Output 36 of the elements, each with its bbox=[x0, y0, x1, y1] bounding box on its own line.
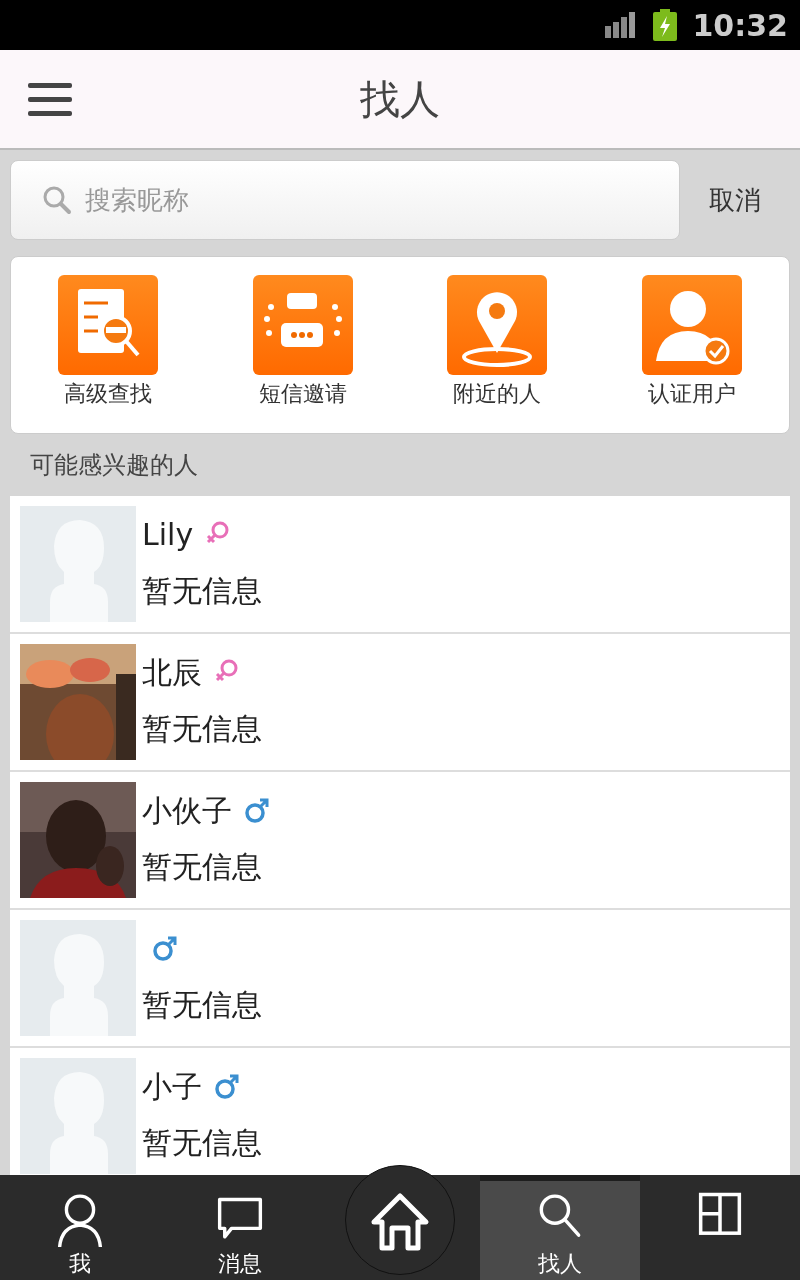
shortcut-label[interactable]: 认证用户 bbox=[647, 377, 736, 410]
person-info: 暂无信息 bbox=[142, 572, 262, 610]
section-heading: 可能感兴趣的人 bbox=[29, 450, 199, 481]
male-symbol-icon bbox=[214, 1072, 240, 1100]
person-name: Lily bbox=[142, 515, 194, 554]
person-info: 暂无信息 bbox=[142, 986, 262, 1024]
verified-user-icon[interactable] bbox=[641, 275, 742, 375]
page-title: 找人 bbox=[360, 75, 440, 124]
cancel-button[interactable]: 取消 bbox=[680, 180, 790, 220]
chat-bubbles-icon[interactable] bbox=[252, 275, 353, 375]
shortcut-label[interactable]: 高级查找 bbox=[64, 377, 153, 410]
avatar-placeholder-icon bbox=[20, 506, 136, 622]
avatar-placeholder-icon bbox=[20, 920, 136, 1036]
clock-time: 10:32 bbox=[692, 6, 788, 45]
person-name: 小子 bbox=[142, 1067, 202, 1106]
male-symbol-icon bbox=[244, 796, 270, 824]
person-row[interactable]: 北辰 暂无信息 bbox=[10, 634, 790, 772]
male-symbol-icon bbox=[152, 934, 178, 962]
person-row[interactable]: Lily 暂无信息 bbox=[10, 496, 790, 634]
person-name: 小伙子 bbox=[142, 791, 232, 830]
menu-icon[interactable] bbox=[28, 83, 72, 117]
search-field[interactable]: 搜索昵称 bbox=[10, 160, 680, 240]
signal-icon bbox=[604, 12, 637, 38]
person-row[interactable]: 小伙子 暂无信息 bbox=[10, 772, 790, 910]
nav-tab[interactable]: 找人 bbox=[480, 1175, 640, 1280]
search-icon bbox=[42, 185, 72, 215]
map-pin-icon[interactable] bbox=[447, 275, 548, 375]
person-info: 暂无信息 bbox=[142, 710, 262, 748]
document-search-icon[interactable] bbox=[58, 275, 159, 375]
shortcut-label[interactable]: 短信邀请 bbox=[258, 377, 347, 410]
shortcut-label[interactable]: 附近的人 bbox=[453, 377, 542, 410]
person-info: 暂无信息 bbox=[142, 848, 263, 886]
person-row[interactable]: 暂无信息 bbox=[10, 910, 790, 1048]
battery-charging-icon bbox=[652, 9, 677, 41]
person-name: 北辰 bbox=[142, 653, 202, 692]
person-info: 暂无信息 bbox=[142, 1124, 262, 1162]
